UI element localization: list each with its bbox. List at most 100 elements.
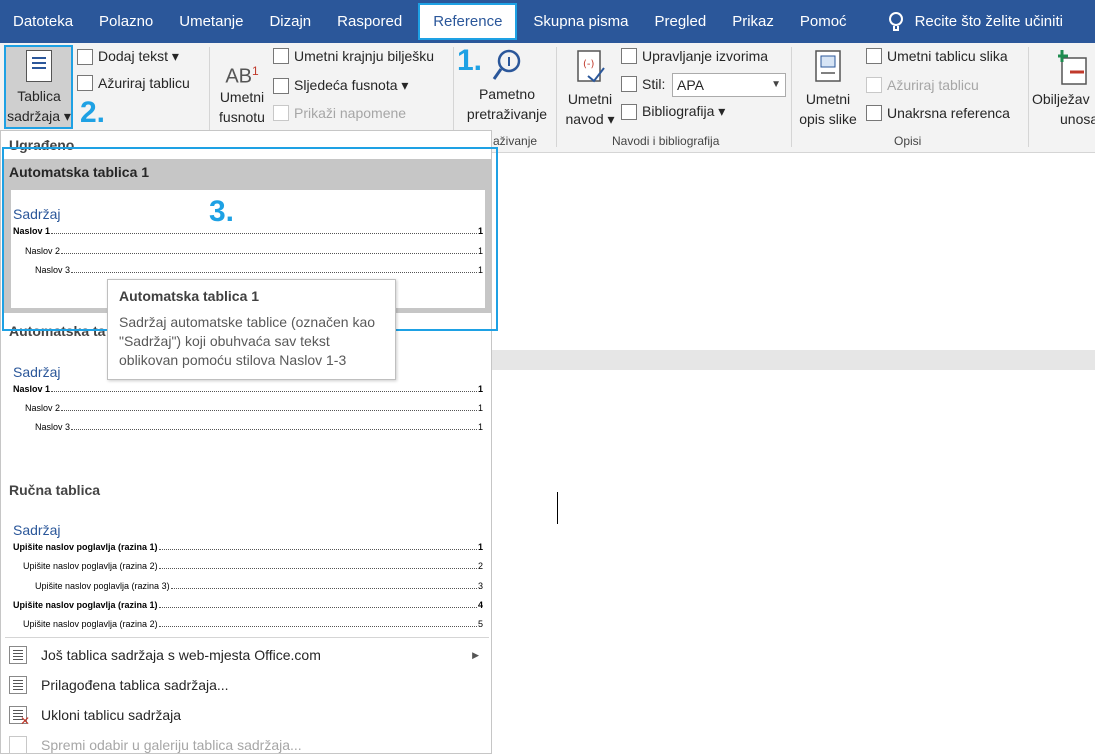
- toc-leader-dots: [51, 233, 477, 234]
- style-label-group: Stil:: [621, 76, 665, 92]
- chevron-down-icon: ▼: [771, 79, 781, 90]
- endnote-icon: [273, 48, 289, 64]
- insert-citation-button[interactable]: (-) Umetni navod ▾: [562, 48, 618, 129]
- auto-table-2-title: Automatska ta: [9, 323, 106, 339]
- toc-leader-dots: [71, 272, 477, 273]
- auto-table-1-title: Automatska tablica 1: [9, 164, 150, 180]
- insert-endnote-label: Umetni krajnju bilješku: [294, 48, 435, 64]
- tab-prikaz[interactable]: Prikaz: [719, 0, 787, 43]
- toc-entry-page: 1: [477, 226, 483, 236]
- insert-table-of-figures-button[interactable]: Umetni tablicu slika: [866, 48, 1008, 64]
- update-table-of-figures-button[interactable]: Ažuriraj tablicu: [866, 77, 979, 93]
- citations-group-label: Navodi i bibliografija: [612, 134, 720, 148]
- tab-reference[interactable]: Reference: [418, 3, 518, 40]
- toc-preview-line: Upišite naslov poglavlja (razina 1) 1: [13, 542, 483, 552]
- cross-reference-label: Unakrsna referenca: [887, 105, 1010, 121]
- cross-reference-icon: [866, 105, 882, 121]
- toc-preview-line: Naslov 3 1: [35, 422, 483, 432]
- insert-footnote-button[interactable]: AB1 Umetni fusnotu: [214, 55, 270, 127]
- toc-leader-dots: [51, 391, 477, 392]
- footnote-icon-text: AB: [225, 65, 252, 88]
- tab-datoteka[interactable]: Datoteka: [0, 0, 86, 43]
- tab-umetanje[interactable]: Umetanje: [166, 0, 256, 43]
- svg-text:(-): (-): [583, 59, 595, 70]
- group-separator: [1028, 47, 1029, 147]
- toc-entry-page: 1: [477, 403, 483, 413]
- submenu-arrow-icon: ▶: [472, 649, 479, 660]
- toc-leader-dots: [158, 568, 477, 569]
- cross-reference-button[interactable]: Unakrsna referenca: [866, 105, 1010, 121]
- insert-endnote-button[interactable]: Umetni krajnju bilješku: [273, 48, 434, 64]
- update-table-of-figures-label: Ažuriraj tablicu: [887, 77, 979, 93]
- add-text-icon: [77, 48, 93, 65]
- custom-toc-icon: [9, 676, 27, 694]
- smart-lookup-label-2: pretraživanje: [466, 106, 548, 122]
- table-of-contents-icon: [26, 50, 52, 82]
- menu-item-label: Prilagođena tablica sadržaja...: [41, 677, 229, 693]
- toc-preview-line: Upišite naslov poglavlja (razina 2) 2: [23, 561, 483, 571]
- menu-item-label: Ukloni tablicu sadržaja: [41, 707, 182, 723]
- insert-footnote-label-2: fusnotu: [219, 109, 265, 125]
- insert-table-of-figures-label: Umetni tablicu slika: [887, 48, 1008, 64]
- add-text-button[interactable]: Dodaj tekst ▾: [77, 48, 179, 65]
- insert-caption-label-1: Umetni: [805, 91, 851, 107]
- style-dropdown[interactable]: APA ▼: [672, 73, 786, 97]
- tab-polazno[interactable]: Polazno: [86, 0, 166, 43]
- tab-pomoc[interactable]: Pomoć: [787, 0, 860, 43]
- toc-leader-dots: [71, 429, 477, 430]
- update-table-button[interactable]: Ažuriraj tablicu: [77, 75, 190, 91]
- toc-entry-text: Upišite naslov poglavlja (razina 1): [13, 542, 158, 552]
- smart-lookup-button[interactable]: Pametno pretraživanje: [462, 48, 552, 124]
- toc-entry-text: Naslov 3: [35, 422, 71, 432]
- toc-preview-heading: Sadržaj: [13, 364, 61, 380]
- toc-entry-page: 5: [477, 619, 483, 629]
- step-2-marker: 2.: [80, 96, 106, 129]
- tab-skupna-pisma[interactable]: Skupna pisma: [520, 0, 641, 43]
- builtin-section-header: Ugrađeno: [9, 137, 75, 153]
- toc-entry-page: 2: [477, 561, 483, 571]
- toc-preview-line: Upišite naslov poglavlja (razina 2) 5: [23, 619, 483, 629]
- gallery-item-manual-table[interactable]: Sadržaj Upišite naslov poglavlja (razina…: [11, 516, 485, 632]
- custom-toc[interactable]: Prilagođena tablica sadržaja...: [9, 671, 485, 699]
- tooltip-title: Automatska tablica 1: [119, 288, 260, 304]
- next-footnote-button[interactable]: Sljedeća fusnota ▾: [273, 77, 408, 94]
- toc-preview-line: Naslov 3 1: [35, 265, 483, 275]
- show-notes-button[interactable]: Prikaži napomene: [273, 105, 406, 121]
- document-page-top[interactable]: [491, 153, 1095, 350]
- bibliography-button[interactable]: Bibliografija ▾: [621, 103, 725, 120]
- insert-citation-label-1: Umetni: [567, 91, 613, 107]
- footnote-icon: AB1: [214, 55, 270, 88]
- toc-preview-heading: Sadržaj: [13, 206, 61, 222]
- search-icon: [492, 49, 521, 80]
- toc-leader-dots: [158, 626, 477, 627]
- next-footnote-label: Sljedeća fusnota ▾: [294, 77, 409, 93]
- tooltip-body: Sadržaj automatske tablice (označen kao …: [119, 314, 376, 368]
- save-selection-to-gallery[interactable]: Spremi odabir u galeriju tablica sadržaj…: [9, 731, 485, 754]
- group-separator: [791, 47, 792, 147]
- citation-icon: (-): [577, 50, 605, 83]
- tell-me-box[interactable]: Recite što želite učiniti: [876, 0, 1076, 43]
- manage-sources-button[interactable]: Upravljanje izvorima: [621, 48, 768, 64]
- toc-entry-text: Naslov 2: [25, 246, 61, 256]
- toc-entry-page: 1: [477, 542, 483, 552]
- more-toc-from-office-com[interactable]: Još tablica sadržaja s web-mjesta Office…: [9, 641, 485, 669]
- toc-button[interactable]: Tablica sadržaja ▾: [6, 50, 72, 126]
- mark-entry-button[interactable]: Obilježav unosa: [1032, 48, 1095, 129]
- tab-pregled[interactable]: Pregled: [641, 0, 719, 43]
- document-page[interactable]: [491, 370, 1095, 754]
- toc-preview-line: Naslov 1 1: [13, 384, 483, 394]
- bibliography-label: Bibliografija ▾: [642, 103, 726, 119]
- mark-entry-label-1: Obilježav: [1032, 91, 1090, 107]
- tab-dizajn[interactable]: Dizajn: [256, 0, 324, 43]
- show-notes-icon: [273, 105, 289, 121]
- toc-entry-text: Upišite naslov poglavlja (razina 3): [35, 581, 170, 591]
- tab-raspored[interactable]: Raspored: [324, 0, 415, 43]
- insert-caption-button[interactable]: Umetni opis slike: [795, 48, 861, 129]
- toc-entry-page: 1: [477, 246, 483, 256]
- save-to-gallery-icon: [9, 736, 27, 754]
- remove-toc[interactable]: ✕ Ukloni tablicu sadržaja: [9, 701, 485, 729]
- toc-entry-text: Upišite naslov poglavlja (razina 1): [13, 600, 158, 610]
- insert-footnote-label-1: Umetni: [219, 89, 265, 105]
- toc-leader-dots: [61, 410, 477, 411]
- toc-entry-text: Naslov 1: [13, 384, 51, 394]
